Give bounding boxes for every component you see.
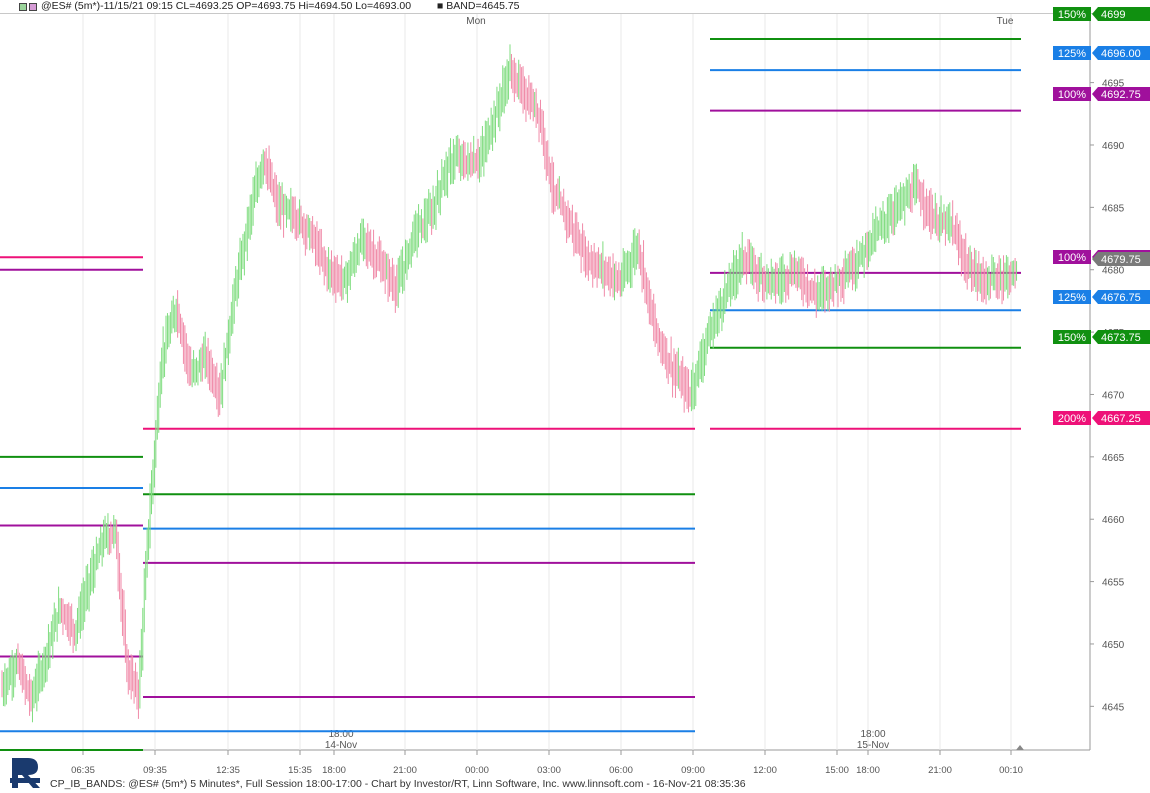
session-date-label: 15-Nov [857, 740, 889, 751]
day-label: Mon [466, 16, 485, 27]
y-tick-label: 4650 [1102, 640, 1125, 651]
x-tick-label: 12:00 [753, 765, 777, 776]
x-tick-label: 18:00 [856, 765, 880, 776]
y-tick-label: 4670 [1102, 390, 1125, 401]
band-value-label: 4696.00 [1101, 48, 1141, 60]
session-time-label: 18:00 [860, 729, 885, 740]
y-tick-label: 4685 [1102, 203, 1125, 214]
scroll-end-icon [1016, 745, 1024, 750]
band-pct-label: 200% [1058, 413, 1086, 425]
x-tick-label: 09:35 [143, 765, 167, 776]
band-pct-label: 125% [1058, 48, 1086, 60]
x-tick-label: 00:00 [465, 765, 489, 776]
x-tick-label: 06:35 [71, 765, 95, 776]
band-pct-label: 150% [1058, 9, 1086, 21]
price-chart[interactable]: 06:35 09:35 12:35 15:35 18:00 21:00 00:00 03:00… [0, 0, 1150, 793]
y-tick-label: 4645 [1102, 702, 1125, 713]
footer-text: CP_IB_BANDS: @ES# (5m*) 5 Minutes*, Full… [50, 778, 746, 790]
band-pct-label: 150% [1058, 332, 1086, 344]
band-pct-label: 100% [1058, 252, 1086, 264]
band-value-label: 4676.75 [1101, 292, 1141, 304]
x-tick-label: 15:35 [288, 765, 312, 776]
band-value-label: 4673.75 [1101, 332, 1141, 344]
y-tick-label: 4690 [1102, 141, 1125, 152]
band-value-label: 4667.25 [1101, 413, 1141, 425]
band-value-label: 4699 [1101, 9, 1125, 21]
x-tick-label: 21:00 [928, 765, 952, 776]
x-tick-label: 12:35 [216, 765, 240, 776]
price-bars [1, 44, 1018, 723]
x-tick-label: 18:00 [322, 765, 346, 776]
x-tick-label: 09:00 [681, 765, 705, 776]
x-tick-label: 03:00 [537, 765, 561, 776]
linn-software-logo-icon [10, 758, 40, 788]
x-tick-label: 06:00 [609, 765, 633, 776]
session-date-label: 14-Nov [325, 740, 357, 751]
day-label: Tue [997, 16, 1014, 27]
y-tick-label: 4665 [1102, 453, 1125, 464]
x-tick-label: 21:00 [393, 765, 417, 776]
chart-footer: CP_IB_BANDS: @ES# (5m*) 5 Minutes*, Full… [0, 776, 1150, 793]
y-tick-label: 4655 [1102, 578, 1125, 589]
y-tick-label: 4680 [1102, 266, 1125, 277]
band-pct-label: 125% [1058, 292, 1086, 304]
y-tick-label: 4660 [1102, 515, 1125, 526]
x-tick-label: 15:00 [825, 765, 849, 776]
x-tick-label: 00:10 [999, 765, 1023, 776]
band-pct-label: 100% [1058, 89, 1086, 101]
band-value-label: 4692.75 [1101, 89, 1141, 101]
last-price-label: 4679.75 [1101, 254, 1141, 266]
